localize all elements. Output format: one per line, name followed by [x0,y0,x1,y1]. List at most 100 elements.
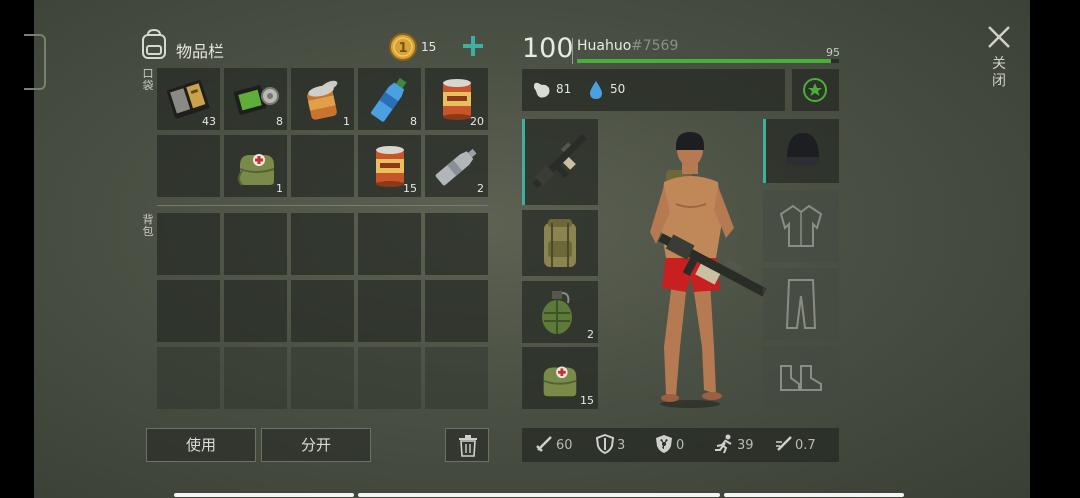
speed-value: 39 [737,438,754,453]
head-slot[interactable] [763,119,839,183]
backpack-slot-locked[interactable] [157,347,220,409]
section-divider [157,205,488,206]
medkit-qty: 15 [580,394,594,407]
star-badge-icon [803,78,827,102]
backpack-slot[interactable] [358,280,421,342]
hunger-value: 81 [556,82,572,96]
split-button[interactable]: 分开 [261,428,371,462]
pocket-slot-6[interactable] [157,135,220,197]
close-label-text: 关闭 [992,56,1006,89]
pocket-slot-3[interactable]: 1 [291,68,354,130]
pocket-slot-5[interactable]: 20 [425,68,488,130]
open-can-icon [307,80,338,120]
pocket-slot-2-qty: 8 [276,115,283,128]
backpack-slot[interactable] [224,213,287,275]
home-indicator [724,493,904,497]
backpack-slot-locked[interactable] [425,347,488,409]
favorite-button[interactable] [792,69,839,111]
grenade-slot[interactable]: 2 [522,281,598,343]
backpack-slot-locked[interactable] [224,347,287,409]
inventory-title: 物品栏 [176,42,225,61]
backpack-slot[interactable] [425,280,488,342]
thirst-value: 50 [610,82,626,96]
player-name: Huahuo [577,38,632,54]
backpack-icon [544,219,576,267]
medkit-bag-icon [238,154,275,186]
home-indicator [358,493,720,497]
legs-slot[interactable] [763,268,839,340]
body-slot[interactable] [763,190,839,262]
pocket-slot-9[interactable]: 15 [358,135,421,197]
durability-bar [763,119,766,183]
home-indicator [174,493,354,497]
svg-text:1: 1 [398,41,407,56]
pocket-slot-9-qty: 15 [403,182,417,195]
attack-speed-icon [776,436,792,451]
boots-icon [780,365,822,391]
backpack-slot[interactable] [425,213,488,275]
backpack-slot[interactable] [358,213,421,275]
pockets-label-text: 口袋 [142,67,154,92]
backpack-slot-locked[interactable] [358,347,421,409]
coin-count: 15 [421,40,437,54]
trash-icon [459,435,477,457]
pocket-slot-4-qty: 8 [410,115,417,128]
backpack-label-text: 背包 [142,213,154,238]
attack-speed-value: 0.7 [795,438,816,453]
radiation-shield-icon [656,435,672,453]
running-icon [715,434,732,454]
coin-icon: 1 [389,33,417,61]
backpack-slot[interactable] [224,280,287,342]
pocket-slot-10[interactable]: 2 [425,135,488,197]
pocket-slot-2[interactable]: 8 [224,68,287,130]
weapon-slot[interactable] [522,119,598,205]
backpack-slot-locked[interactable] [291,347,354,409]
pocket-slot-5-qty: 20 [470,115,484,128]
backpack-slot[interactable] [291,280,354,342]
backpack-label: 背包 [141,214,155,238]
edge-hex-icon [24,34,46,90]
backpack-slot[interactable] [157,213,220,275]
pocket-slot-1[interactable]: 43 [157,68,220,130]
medkit-bag-icon [543,366,577,397]
use-button[interactable]: 使用 [146,428,256,462]
add-coins-button[interactable] [461,34,485,58]
level-value: 95 [826,46,840,59]
shield-icon [596,434,614,454]
game-screen: 物品栏 1 15 口袋 背包 43 8 1 8 20 1 15 2 使用 分开 … [24,0,1030,498]
grenade-icon [542,291,572,334]
jacket-icon [779,204,823,247]
rifle-icon [532,133,588,189]
defense-value: 3 [617,438,626,453]
pocket-slot-4[interactable]: 8 [358,68,421,130]
backpack-slot[interactable] [157,280,220,342]
close-label[interactable]: 关闭 [986,56,1012,90]
backpack-slot[interactable] [291,213,354,275]
medkit-slot[interactable]: 15 [522,347,598,409]
backpack-slot-equip[interactable] [522,210,598,276]
vitals-panel: 81 50 [522,69,785,111]
water-bottle-icon [370,77,407,122]
grenade-qty: 2 [587,328,594,341]
pockets-label: 口袋 [141,68,155,92]
empty-bottle-icon [435,148,477,186]
water-drop-icon [590,81,602,99]
trash-button[interactable] [445,428,489,462]
durability-bar [522,119,525,205]
player-tag: #7569 [631,38,679,54]
pocket-slot-3-qty: 1 [343,115,350,128]
close-icon [988,26,1010,48]
health-bar-fill [577,59,832,63]
pocket-slot-7[interactable]: 1 [224,135,287,197]
backpack-header-icon [142,28,166,59]
feet-slot[interactable] [763,346,839,410]
beanie-icon [786,133,820,165]
stomach-icon [534,82,550,98]
pocket-slot-8[interactable] [291,135,354,197]
pocket-slot-7-qty: 1 [276,182,283,195]
health-value: 100 [522,33,574,64]
header-divider [572,38,573,64]
close-button[interactable] [986,24,1012,50]
pda-icon [233,85,279,115]
character-model [650,132,767,408]
